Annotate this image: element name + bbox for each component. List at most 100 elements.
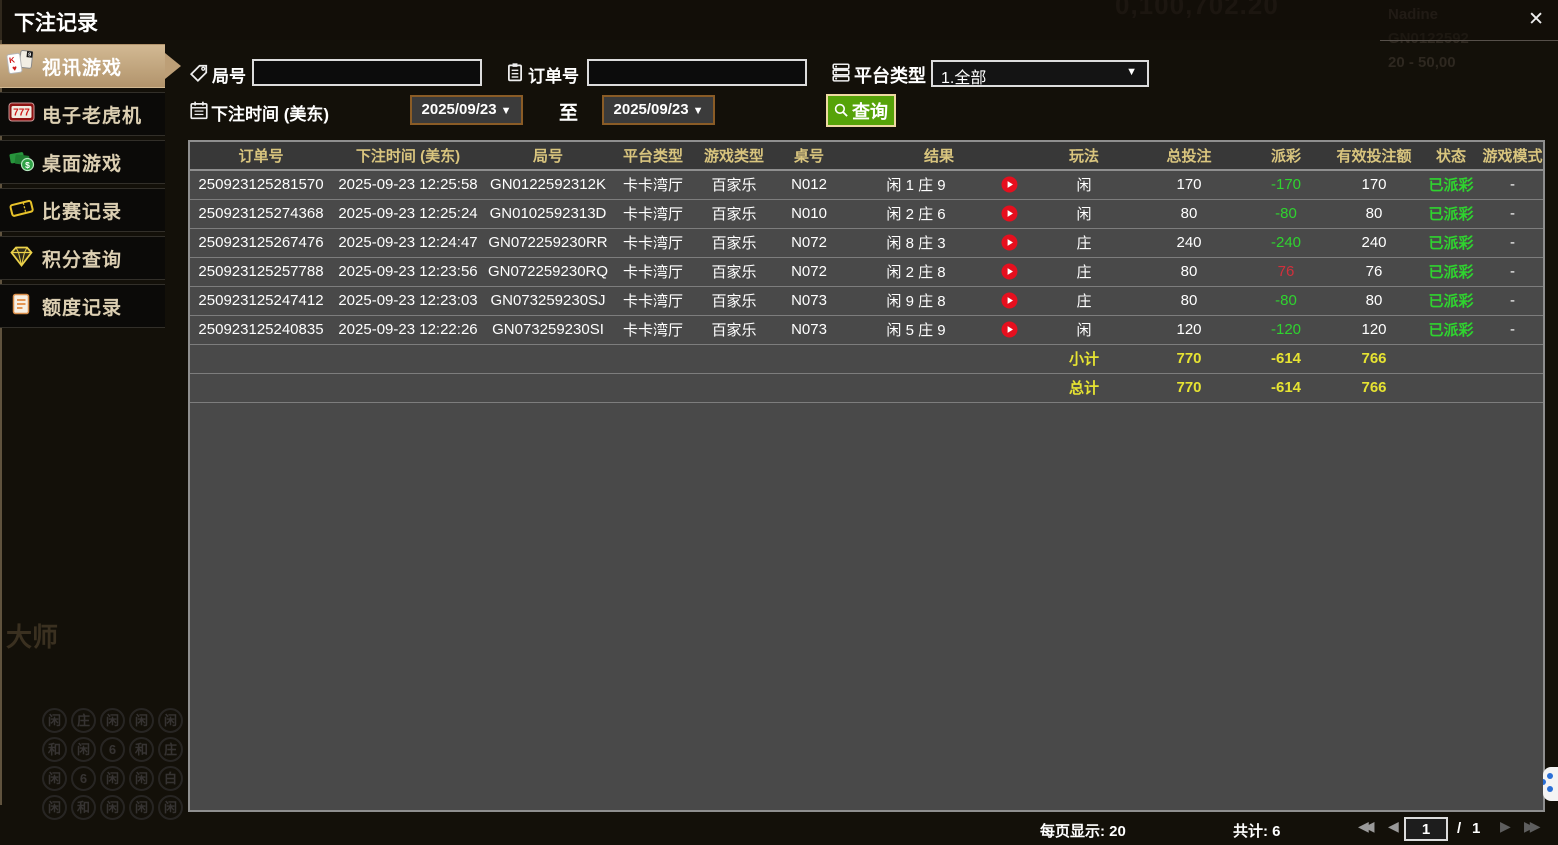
platform-type-value: 1.全部 — [941, 70, 987, 87]
cell-round: GN072259230RR — [484, 228, 612, 258]
cell-valid: 76 — [1328, 257, 1420, 287]
replay-button[interactable] — [1001, 176, 1018, 193]
sidebar-item-1[interactable]: 777 电子老虎机 — [0, 92, 165, 136]
sidebar: 9 K ♥ 视讯游戏 777 电子老虎机 $ 桌面游戏 比赛记录积分查询额度记录 — [0, 44, 181, 332]
cell-payout: -80 — [1244, 286, 1328, 316]
cell-valid: 80 — [1328, 286, 1420, 316]
close-icon[interactable]: ✕ — [1528, 10, 1544, 30]
sidebar-item-3[interactable]: 比赛记录 — [0, 188, 165, 232]
round-no-input[interactable] — [252, 59, 482, 86]
cell-mode: - — [1482, 199, 1543, 229]
summary-valid: 766 — [1328, 344, 1420, 374]
date-from-value: 2025/09/23 — [421, 101, 497, 118]
cell-play: 庄 — [1034, 257, 1134, 287]
platform-type-select[interactable]: 1.全部 ▼ — [931, 60, 1149, 87]
records-table: 订单号 下注时间 (美东) 局号 平台类型 游戏类型 桌号 结果 玩法 总投注 派彩 有效投注额 状态… — [188, 140, 1545, 812]
summary-label: 小计 — [1034, 344, 1134, 374]
page-separator: / — [1457, 820, 1462, 837]
cell-order: 250923125257788 — [190, 257, 332, 287]
column-header: 平台类型 — [612, 142, 694, 171]
cell-status: 已派彩 — [1420, 286, 1482, 316]
total-count-label: 共计: 6 — [1233, 823, 1281, 840]
order-no-label: 订单号 — [528, 67, 579, 86]
cell-total: 240 — [1134, 228, 1244, 258]
last-page-icon[interactable]: ▶▶ — [1524, 819, 1541, 835]
cell-status: 已派彩 — [1420, 228, 1482, 258]
cell-game: 百家乐 — [694, 170, 774, 200]
document-icon — [0, 292, 42, 321]
query-button[interactable]: 查询 — [826, 94, 896, 127]
cell-payout: -170 — [1244, 170, 1328, 200]
sidebar-item-label: 电子老虎机 — [42, 105, 143, 127]
column-header: 局号 — [484, 142, 612, 171]
prev-page-icon[interactable]: ◀ — [1388, 819, 1399, 835]
replay-button[interactable] — [1001, 321, 1018, 338]
clipboard-icon — [508, 63, 522, 82]
cell-game: 百家乐 — [694, 257, 774, 287]
cell-round: GN0102592313D — [484, 199, 612, 229]
pagination-bar: 每页显示: 20 共计: 6 ◀◀ ◀ / 1 ▶ ▶▶ — [0, 812, 1558, 845]
table-body: 250923125281570 2025-09-23 12:25:58 GN0122… — [190, 170, 1543, 403]
cell-play: 闲 — [1034, 170, 1134, 200]
next-page-icon[interactable]: ▶ — [1500, 819, 1511, 835]
replay-button[interactable] — [1001, 205, 1018, 222]
column-header: 游戏模式 — [1482, 142, 1543, 171]
replay-button[interactable] — [1001, 234, 1018, 251]
cell-result: 闲 9 庄 8 — [844, 286, 1034, 316]
cell-game: 百家乐 — [694, 199, 774, 229]
page-title: 下注记录 — [14, 12, 98, 35]
replay-button[interactable] — [1001, 263, 1018, 280]
floating-widget-handle[interactable] — [1543, 767, 1558, 801]
cell-table_no: N072 — [774, 228, 844, 258]
cell-platform: 卡卡湾厅 — [612, 257, 694, 287]
cell-table_no: N073 — [774, 315, 844, 345]
svg-text:$: $ — [25, 159, 30, 169]
chevron-down-icon: ▼ — [500, 105, 512, 117]
date-to-picker[interactable]: 2025/09/23 ▼ — [602, 95, 715, 125]
sidebar-item-label: 积分查询 — [42, 249, 123, 271]
cell-play: 庄 — [1034, 228, 1134, 258]
cell-result: 闲 2 庄 6 — [844, 199, 1034, 229]
cell-table_no: N012 — [774, 170, 844, 200]
sidebar-item-5[interactable]: 额度记录 — [0, 284, 165, 328]
replay-button[interactable] — [1001, 292, 1018, 309]
sidebar-item-4[interactable]: 积分查询 — [0, 236, 165, 280]
order-no-input[interactable] — [587, 59, 807, 86]
round-no-label: 局号 — [212, 67, 246, 86]
summary-payout: -614 — [1244, 344, 1328, 374]
ticket-icon — [0, 196, 42, 225]
cell-result: 闲 1 庄 9 — [844, 170, 1034, 200]
table-row: 250923125240835 2025-09-23 12:22:26 GN0732… — [190, 315, 1543, 345]
slot-777-icon: 777 — [0, 100, 42, 129]
cell-total: 80 — [1134, 199, 1244, 229]
cell-mode: - — [1482, 228, 1543, 258]
cell-platform: 卡卡湾厅 — [612, 228, 694, 258]
date-from-picker[interactable]: 2025/09/23 ▼ — [410, 95, 523, 125]
svg-text:9: 9 — [27, 52, 31, 58]
cell-total: 80 — [1134, 257, 1244, 287]
cell-status: 已派彩 — [1420, 257, 1482, 287]
cell-total: 120 — [1134, 315, 1244, 345]
cell-order: 250923125267476 — [190, 228, 332, 258]
first-page-icon[interactable]: ◀◀ — [1358, 819, 1375, 835]
cell-game: 百家乐 — [694, 315, 774, 345]
cell-table_no: N010 — [774, 199, 844, 229]
cell-status: 已派彩 — [1420, 170, 1482, 200]
cell-round: GN073259230SJ — [484, 286, 612, 316]
summary-empty — [1482, 344, 1543, 374]
table-row: 250923125257788 2025-09-23 12:23:56 GN0722… — [190, 257, 1543, 287]
sidebar-item-0[interactable]: 9 K ♥ 视讯游戏 — [0, 44, 181, 88]
title-bar: 下注记录 ✕ — [0, 0, 1558, 40]
cell-payout: -80 — [1244, 199, 1328, 229]
svg-text:777: 777 — [13, 107, 30, 118]
sidebar-item-label: 视讯游戏 — [42, 57, 123, 79]
page-number-input[interactable] — [1404, 817, 1448, 841]
cell-time: 2025-09-23 12:25:24 — [332, 199, 484, 229]
sidebar-item-2[interactable]: $ 桌面游戏 — [0, 140, 165, 184]
cell-total: 80 — [1134, 286, 1244, 316]
query-button-label: 查询 — [852, 101, 888, 122]
cell-order: 250923125240835 — [190, 315, 332, 345]
subtotal-row: 小计 770 -614 766 — [190, 344, 1543, 374]
summary-total: 770 — [1134, 373, 1244, 403]
cell-result: 闲 5 庄 9 — [844, 315, 1034, 345]
